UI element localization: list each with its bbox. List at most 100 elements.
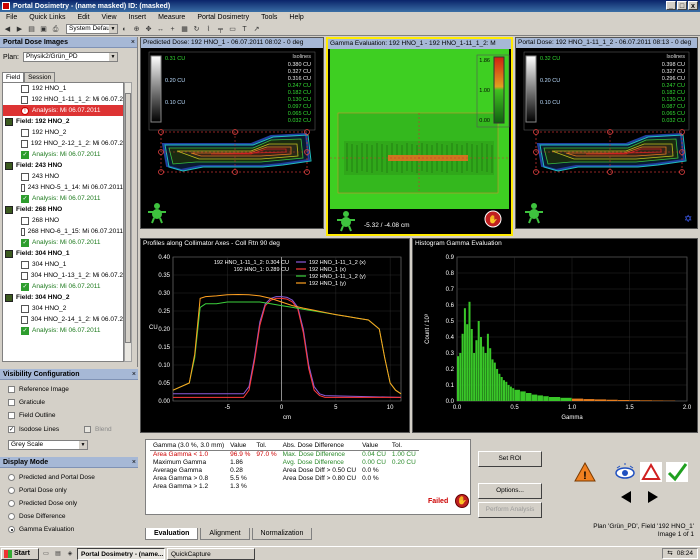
forward-icon[interactable]: ▶ <box>14 23 25 35</box>
tree-item[interactable]: 304 HNO_2-14_1_2: Mi 06.07.2 <box>3 314 123 325</box>
collapse-icon[interactable]: × <box>132 371 136 378</box>
color-scheme-select[interactable]: Grey Scale ▼ <box>8 440 88 450</box>
display-mode-radio[interactable] <box>8 487 15 494</box>
display-mode-radio[interactable] <box>8 526 15 533</box>
tree-field[interactable]: Field: 304 HNO_1 <box>3 248 123 259</box>
histogram-chart[interactable]: 0.00.10.20.30.40.50.60.70.80.90.0 0.5 1.0 1… <box>413 249 697 432</box>
close-icon[interactable]: × <box>131 39 135 46</box>
network-icon[interactable]: ⇆ <box>667 549 672 558</box>
tree-field[interactable]: Field: 192 HNO_2 <box>3 116 123 127</box>
tree-item[interactable]: 243 HNO <box>3 171 123 182</box>
predicted-dose-image[interactable]: 0.31 CU0.20 CU0.10 CUIsolines0.380 CU0.3… <box>141 48 323 228</box>
tree-item[interactable]: ✓ Analysis: Mi 06.07.2011 <box>3 281 123 292</box>
set-roi-button[interactable]: Set ROI <box>478 451 542 467</box>
field-outline-checkbox[interactable] <box>8 412 15 419</box>
tree-item[interactable]: 268 HNO <box>3 215 123 226</box>
graticule-checkbox[interactable] <box>8 399 15 406</box>
approve-icon[interactable] <box>666 462 688 482</box>
tree-item[interactable]: 192 HNO_2-12_1_2: Mi 06.07.2 <box>3 138 123 149</box>
portal-dose-pane[interactable]: Portal Dose: 192 HNO_1-11_1_2 - 06.07.20… <box>515 37 698 229</box>
menu-edit[interactable]: Edit <box>77 14 89 21</box>
tree-field[interactable]: Field: 243 HNO <box>3 160 123 171</box>
tree-item[interactable]: 192 HNO_1 <box>3 83 123 94</box>
display-mode-option[interactable]: Dose Difference <box>8 511 66 522</box>
tree-item[interactable]: ✓ Analysis: Mi 06.07.2011 <box>3 149 123 160</box>
collapse-icon[interactable]: × <box>132 459 136 466</box>
task-quickcapture[interactable]: QuickCapture <box>167 547 255 560</box>
portal-dose-image[interactable]: 0.32 CU 0.20 CU 0.10 CU Isolines 0.398 CU0.3… <box>516 48 697 228</box>
maximize-button[interactable]: □ <box>677 1 687 10</box>
menu-file[interactable]: File <box>6 14 17 21</box>
ruler-icon[interactable]: ╤ <box>215 23 226 35</box>
tab-alignment[interactable]: Alignment <box>200 528 250 540</box>
tree-item[interactable]: ✓ Analysis: Mi 06.07.2011 <box>3 325 123 336</box>
arrow-icon[interactable]: ↗ <box>251 23 262 35</box>
tree-item[interactable]: 243 HNO-5_1_14: Mi 06.07.2011 <box>3 182 123 193</box>
grid-icon[interactable]: ▦ <box>179 23 190 35</box>
tab-evaluation[interactable]: Evaluation <box>145 528 199 540</box>
close-button[interactable]: x <box>688 1 698 10</box>
task-portal-dosimetry[interactable]: Portal Dosimetry - (name... <box>77 547 165 560</box>
display-mode-option[interactable]: Predicted Dose only <box>8 498 77 509</box>
tree-scrollbar[interactable] <box>124 82 132 362</box>
tree-item[interactable]: ! Analysis: Mi 06.07.2011 <box>3 105 123 116</box>
menu-view[interactable]: View <box>102 14 117 21</box>
eye-icon[interactable] <box>614 462 636 482</box>
display-mode-option[interactable]: Gamma Evaluation <box>8 524 74 535</box>
options-button[interactable]: Options... <box>478 483 542 499</box>
next-icon[interactable] <box>646 490 660 504</box>
tree-item[interactable]: 192 HNO_2 <box>3 127 123 138</box>
menu-help[interactable]: Help <box>289 14 303 21</box>
isodose-lines-row[interactable]: ✓ Isodose Lines <box>8 424 59 435</box>
perform-analysis-button[interactable]: Perform Analysis <box>478 502 542 518</box>
warning-icon[interactable]: ! <box>574 461 596 482</box>
graticule-row[interactable]: Graticule <box>8 397 45 408</box>
explorer-icon[interactable]: ▤ <box>53 549 63 559</box>
tree-item[interactable]: ✓ Analysis: Mi 06.07.2011 <box>3 193 123 204</box>
zoom-icon[interactable]: ⊕ <box>131 23 142 35</box>
menu-insert[interactable]: Insert <box>129 14 147 21</box>
layout-select[interactable]: System Default ▼ <box>66 24 118 34</box>
rotate-icon[interactable]: ↻ <box>191 23 202 35</box>
predicted-dose-pane[interactable]: Predicted Dose: 192 HNO_1 - 06.07.2011 0… <box>140 37 324 229</box>
blend-checkbox[interactable] <box>84 426 91 433</box>
window-level-icon[interactable]: ◐ <box>119 23 130 35</box>
display-mode-radio[interactable] <box>8 500 15 507</box>
gamma-evaluation-pane[interactable]: Gamma Evaluation: 192 HNO_1 - 192 HNO_1-… <box>326 37 513 236</box>
tree-item[interactable]: 304 HNO_1-13_1_2: Mi 06.07.2 <box>3 270 123 281</box>
histogram-pane[interactable]: Histogram Gamma Evaluation 0.0 0.1 0.2 0.3 0… <box>412 238 698 433</box>
tree-field[interactable]: Field: 268 HNO <box>3 204 123 215</box>
measure-icon[interactable]: ↔ <box>155 23 166 35</box>
blend-row[interactable]: Blend <box>84 424 112 435</box>
pan-icon[interactable]: ✥ <box>143 23 154 35</box>
display-mode-radio[interactable] <box>8 474 15 481</box>
tree-item[interactable]: 304 HNO_2 <box>3 303 123 314</box>
display-mode-option[interactable]: Predicted and Portal Dose <box>8 472 95 483</box>
print-icon[interactable]: ⎙ <box>50 23 61 35</box>
tree-item[interactable]: ✓ Analysis: Mi 06.07.2011 <box>3 237 123 248</box>
display-mode-option[interactable]: Portal Dose only <box>8 485 67 496</box>
delta-icon[interactable] <box>640 462 662 482</box>
minimize-button[interactable]: _ <box>666 1 676 10</box>
menu-measure[interactable]: Measure <box>158 14 185 21</box>
profiles-chart[interactable]: 0.00 0.05 0.10 0.15 0.20 0.25 0.30 0.35 0.40 -5 0 5… <box>141 249 409 432</box>
start-button[interactable]: Start <box>1 547 39 560</box>
previous-icon[interactable] <box>619 490 633 504</box>
app-quicklaunch-icon[interactable]: ◈ <box>65 549 75 559</box>
gamma-evaluation-image[interactable]: 1.86 1.00 0.00 -5.32 / -4.08 cm ✋ <box>328 49 511 234</box>
text-icon[interactable]: T <box>239 23 250 35</box>
desktop-icon[interactable]: ▭ <box>41 549 51 559</box>
isodose-lines-checkbox[interactable]: ✓ <box>8 426 15 433</box>
profile-icon[interactable]: ⌇ <box>203 23 214 35</box>
reference-image-row[interactable]: Reference Image <box>8 384 69 395</box>
menu-quick-links[interactable]: Quick Links <box>29 14 65 21</box>
tree-item[interactable]: 304 HNO_1 <box>3 259 123 270</box>
menu-tools[interactable]: Tools <box>261 14 277 21</box>
save-icon[interactable]: ▣ <box>38 23 49 35</box>
crosshair-icon[interactable]: + <box>167 23 178 35</box>
plan-select[interactable]: Physik2/Grün_PD ▼ <box>22 52 118 62</box>
tab-field[interactable]: Field <box>2 72 25 82</box>
tab-session[interactable]: Session <box>24 72 56 82</box>
back-icon[interactable]: ◀ <box>2 23 13 35</box>
reference-image-checkbox[interactable] <box>8 386 15 393</box>
